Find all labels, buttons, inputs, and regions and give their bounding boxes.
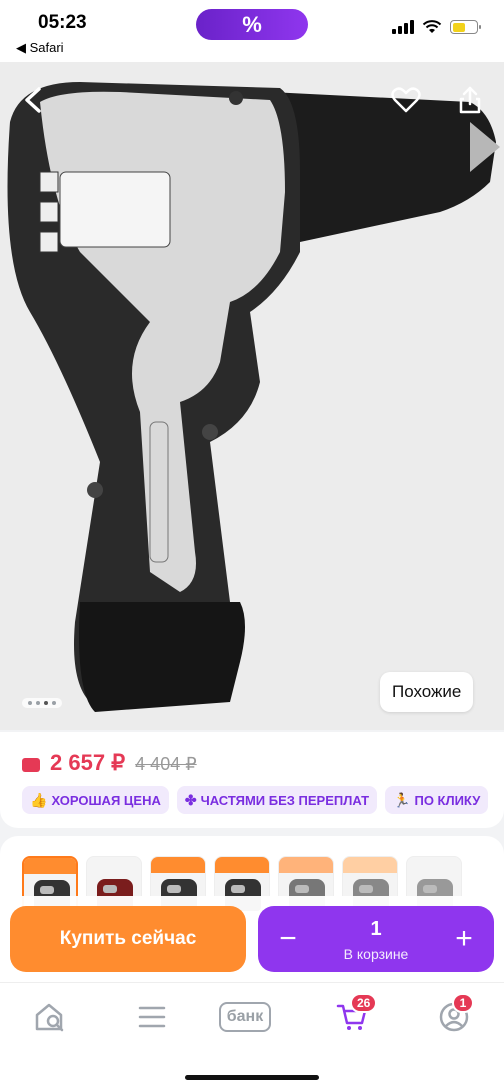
gallery-dot — [36, 701, 40, 705]
badges-row: 👍 ХОРОШАЯ ЦЕНА ✤ ЧАСТЯМИ БЕЗ ПЕРЕПЛАТ 🏃 … — [22, 786, 489, 814]
chevron-left-icon — [25, 87, 41, 113]
tab-bank[interactable]: банк — [218, 997, 272, 1037]
in-cart-label: В корзине — [343, 946, 409, 962]
wallet-icon — [22, 758, 40, 772]
back-button[interactable] — [16, 82, 52, 118]
share-icon — [459, 86, 481, 114]
runner-icon: 🏃 — [393, 791, 411, 808]
tab-profile[interactable]: 1 — [432, 993, 476, 1037]
installments-icon: ✤ — [184, 791, 197, 808]
cart-quantity-control: − 1 В корзине + — [258, 906, 494, 972]
back-to-safari-link[interactable]: ◀ Safari — [16, 40, 64, 56]
tab-cart[interactable]: 26 — [330, 993, 378, 1037]
wifi-icon — [422, 20, 442, 33]
cellular-signal-icon — [392, 20, 414, 34]
decrease-quantity-button[interactable]: − — [258, 906, 318, 972]
badge-installments[interactable]: ✤ ЧАСТЯМИ БЕЗ ПЕРЕПЛАТ — [176, 786, 378, 814]
price-row: 2 657 ₽ 4 404 ₽ — [22, 750, 197, 776]
home-search-icon — [35, 1003, 64, 1032]
home-indicator — [185, 1075, 319, 1080]
system-icons — [392, 20, 481, 34]
promo-percent-pill[interactable]: % — [196, 9, 308, 40]
tab-home[interactable] — [28, 997, 72, 1037]
price-card: 2 657 ₽ 4 404 ₽ 👍 ХОРОШАЯ ЦЕНА ✤ ЧАСТЯМИ… — [0, 732, 504, 828]
gallery-dot — [52, 701, 56, 705]
bank-label: банк — [219, 1002, 271, 1032]
profile-notification-badge: 1 — [452, 993, 474, 1013]
purchase-action-bar: Купить сейчас − 1 В корзине + — [0, 896, 504, 982]
bottom-tab-bar: банк 26 1 — [0, 982, 504, 1090]
badge-label: ХОРОШАЯ ЦЕНА — [51, 792, 161, 808]
old-price: 4 404 ₽ — [135, 754, 197, 774]
battery-icon — [450, 20, 481, 34]
status-time: 05:23 — [38, 12, 87, 33]
badge-one-click[interactable]: 🏃 ПО КЛИКУ — [385, 786, 489, 814]
gallery-dot — [28, 701, 32, 705]
product-page: 05:23 ◀ Safari % Похожие 2 657 ₽ 4 404 ₽… — [0, 0, 504, 1090]
tab-catalog[interactable] — [130, 997, 174, 1037]
increase-quantity-button[interactable]: + — [434, 906, 494, 972]
cart-quantity-value: 1 — [370, 918, 382, 940]
gallery-dot-active — [44, 701, 48, 705]
current-price: 2 657 ₽ — [50, 750, 126, 775]
share-button[interactable] — [452, 82, 488, 118]
status-bar: 05:23 ◀ Safari % — [0, 0, 504, 62]
product-photo-drill — [0, 62, 504, 730]
buy-now-button[interactable]: Купить сейчас — [10, 906, 246, 972]
favorite-button[interactable] — [388, 82, 424, 118]
cart-count-badge: 26 — [350, 993, 378, 1013]
badge-label: ПО КЛИКУ — [414, 792, 481, 808]
heart-icon — [391, 87, 421, 113]
product-image-gallery[interactable]: Похожие — [0, 62, 504, 730]
similar-products-button[interactable]: Похожие — [380, 672, 474, 712]
badge-label: ЧАСТЯМИ БЕЗ ПЕРЕПЛАТ — [200, 792, 370, 808]
badge-good-price[interactable]: 👍 ХОРОШАЯ ЦЕНА — [22, 786, 169, 814]
menu-icon — [138, 1006, 166, 1028]
gallery-pagination-dots — [22, 698, 62, 708]
thumbs-up-icon: 👍 — [30, 791, 48, 808]
